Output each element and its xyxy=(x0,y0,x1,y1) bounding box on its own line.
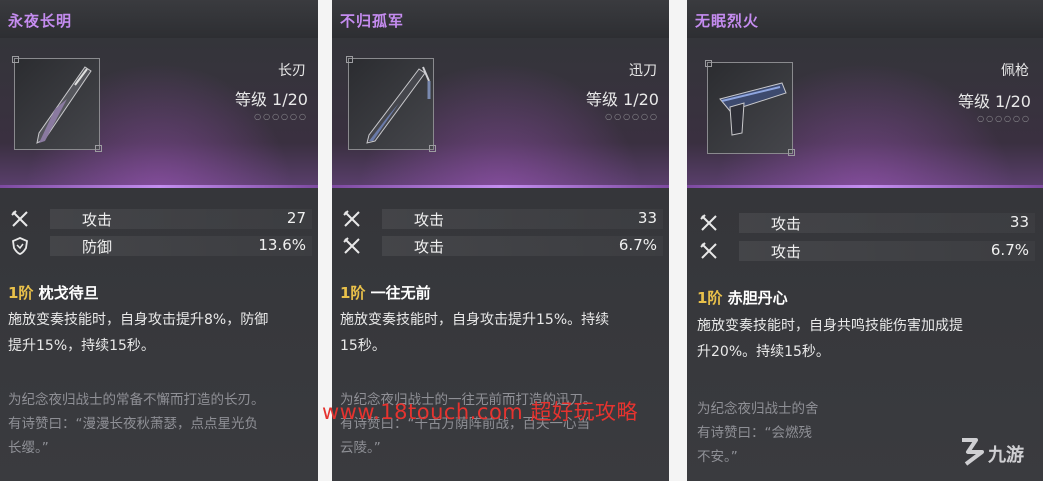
weapon-level: 等级 1/20 xyxy=(234,90,308,109)
lore-line: 有诗赞曰：“会燃残 xyxy=(697,425,812,441)
stat-value: 33 xyxy=(637,209,657,227)
skill-desc-line: 施放变奏技能时，自身攻击提升8%，防御 xyxy=(8,312,269,328)
stat-value: 13.6% xyxy=(258,236,306,254)
card-separator xyxy=(669,0,687,481)
attack-icon xyxy=(700,214,717,231)
stat-label: 攻击 xyxy=(771,243,802,261)
attack-icon xyxy=(343,237,360,254)
skill-rank: 1阶 xyxy=(340,284,366,302)
lore-text: 为纪念夜归战士的常备不懈而打造的长刃。 有诗赞曰：“漫漫长夜秋萧瑟，点点星光负 … xyxy=(8,388,265,460)
skill-rank: 1阶 xyxy=(8,284,34,302)
frame-corner xyxy=(12,56,19,63)
weapon-icon-frame xyxy=(705,60,795,156)
frame-corner xyxy=(788,149,795,156)
attack-icon xyxy=(343,210,360,227)
skill-desc-line: 15秒。 xyxy=(340,338,386,354)
card-header: 无眠烈火 xyxy=(687,0,1043,38)
skill-description: 施放变奏技能时，自身攻击提升8%，防御 提升15%，持续15秒。 xyxy=(8,307,268,359)
weapon-level: 等级 1/20 xyxy=(957,92,1031,111)
skill-desc-line: 提升15%，持续15秒。 xyxy=(8,338,155,354)
skill-name: 一往无前 xyxy=(370,284,431,302)
weapon-type: 迅刀 xyxy=(629,63,657,79)
stat-value: 6.7% xyxy=(990,241,1029,259)
stat-row: 攻击 6.7% xyxy=(342,234,663,258)
lore-line: 长缨。” xyxy=(8,440,49,456)
weapon-art-panel: 长刃 等级 1/20 ○○○○○○ xyxy=(0,38,318,188)
lore-line: 为纪念夜归战士的舍 xyxy=(697,401,819,417)
logo-text: 九游 xyxy=(988,445,1024,466)
lore-line: 为纪念夜归战士的常备不懈而打造的长刃。 xyxy=(8,392,265,408)
pistol-icon xyxy=(719,82,787,136)
stat-row: 攻击 27 xyxy=(10,207,312,231)
weapon-icon-frame xyxy=(12,56,102,152)
swift-blade-icon xyxy=(366,66,431,144)
frame-corner xyxy=(346,56,353,63)
lore-text: 为纪念夜归战士的舍 有诗赞曰：“会燃残 不安。” xyxy=(697,397,819,469)
stat-row: 攻击 33 xyxy=(699,211,1035,235)
skill-rank: 1阶 xyxy=(697,289,723,307)
lore-line: 有诗赞曰：“漫漫长夜秋萧瑟，点点星光负 xyxy=(8,416,258,432)
frame-corner xyxy=(705,60,712,67)
skill-name: 枕戈待旦 xyxy=(38,284,99,302)
weapon-level: 等级 1/20 xyxy=(585,90,659,109)
stat-value: 33 xyxy=(1009,213,1029,231)
stat-label: 防御 xyxy=(82,238,113,256)
stat-label: 攻击 xyxy=(414,238,445,256)
rarity-stars: ○○○○○○ xyxy=(605,112,659,121)
attack-icon xyxy=(11,210,28,227)
stat-row: 攻击 33 xyxy=(342,207,663,231)
defense-icon xyxy=(12,237,28,255)
stat-value: 27 xyxy=(286,209,306,227)
skill-desc-line: 升20%。持续15秒。 xyxy=(697,344,830,360)
skill-title: 1阶 赤胆丹心 xyxy=(697,287,788,308)
skill-description: 施放变奏技能时，自身攻击提升15%。持续 15秒。 xyxy=(340,307,609,359)
weapon-title: 无眠烈火 xyxy=(695,12,760,30)
rarity-stars: ○○○○○○ xyxy=(254,112,308,121)
weapon-art-panel: 迅刀 等级 1/20 ○○○○○○ xyxy=(332,38,669,188)
skill-name: 赤胆丹心 xyxy=(727,289,788,307)
site-watermark: www.18touch.com 超好玩攻略 xyxy=(322,400,638,424)
stat-row: 防御 13.6% xyxy=(10,234,312,258)
rarity-stars: ○○○○○○ xyxy=(977,114,1031,123)
skill-title: 1阶 枕戈待旦 xyxy=(8,282,99,303)
frame-corner xyxy=(95,145,102,152)
weapon-art-panel: 佩枪 等级 1/20 ○○○○○○ xyxy=(687,38,1043,188)
frame-corner xyxy=(429,145,436,152)
weapon-title: 不归孤军 xyxy=(340,12,405,30)
stat-row: 攻击 6.7% xyxy=(699,239,1035,263)
skill-desc-line: 施放变奏技能时，自身攻击提升15%。持续 xyxy=(340,312,610,328)
attack-icon xyxy=(700,242,717,259)
weapon-icon-frame xyxy=(346,56,436,152)
weapon-card-3[interactable]: 无眠烈火 佩枪 等级 1/20 ○○○○○○ 攻击 33 攻击 6.7% 1阶 … xyxy=(687,0,1043,481)
stat-label: 攻击 xyxy=(414,211,445,229)
stat-value: 6.7% xyxy=(618,236,657,254)
weapon-type: 佩枪 xyxy=(1001,63,1029,79)
lore-line: 不安。” xyxy=(697,449,738,465)
lore-line: 云陵。” xyxy=(340,440,381,456)
skill-desc-line: 施放变奏技能时，自身共鸣技能伤害加成提 xyxy=(697,318,963,334)
weapon-title: 永夜长明 xyxy=(8,12,73,30)
card-header: 不归孤军 xyxy=(332,0,669,38)
weapon-type: 长刃 xyxy=(278,63,306,79)
jiuyou-logo-icon xyxy=(962,438,984,466)
stat-label: 攻击 xyxy=(771,215,802,233)
skill-title: 1阶 一往无前 xyxy=(340,282,431,303)
card-header: 永夜长明 xyxy=(0,0,318,38)
weapon-card-1[interactable]: 永夜长明 长刃 等级 1/20 ○○○○○○ 攻击 27 防御 13.6% 1阶… xyxy=(0,0,318,481)
longblade-icon xyxy=(36,66,92,144)
stat-label: 攻击 xyxy=(82,211,113,229)
skill-description: 施放变奏技能时，自身共鸣技能伤害加成提 升20%。持续15秒。 xyxy=(697,313,963,365)
